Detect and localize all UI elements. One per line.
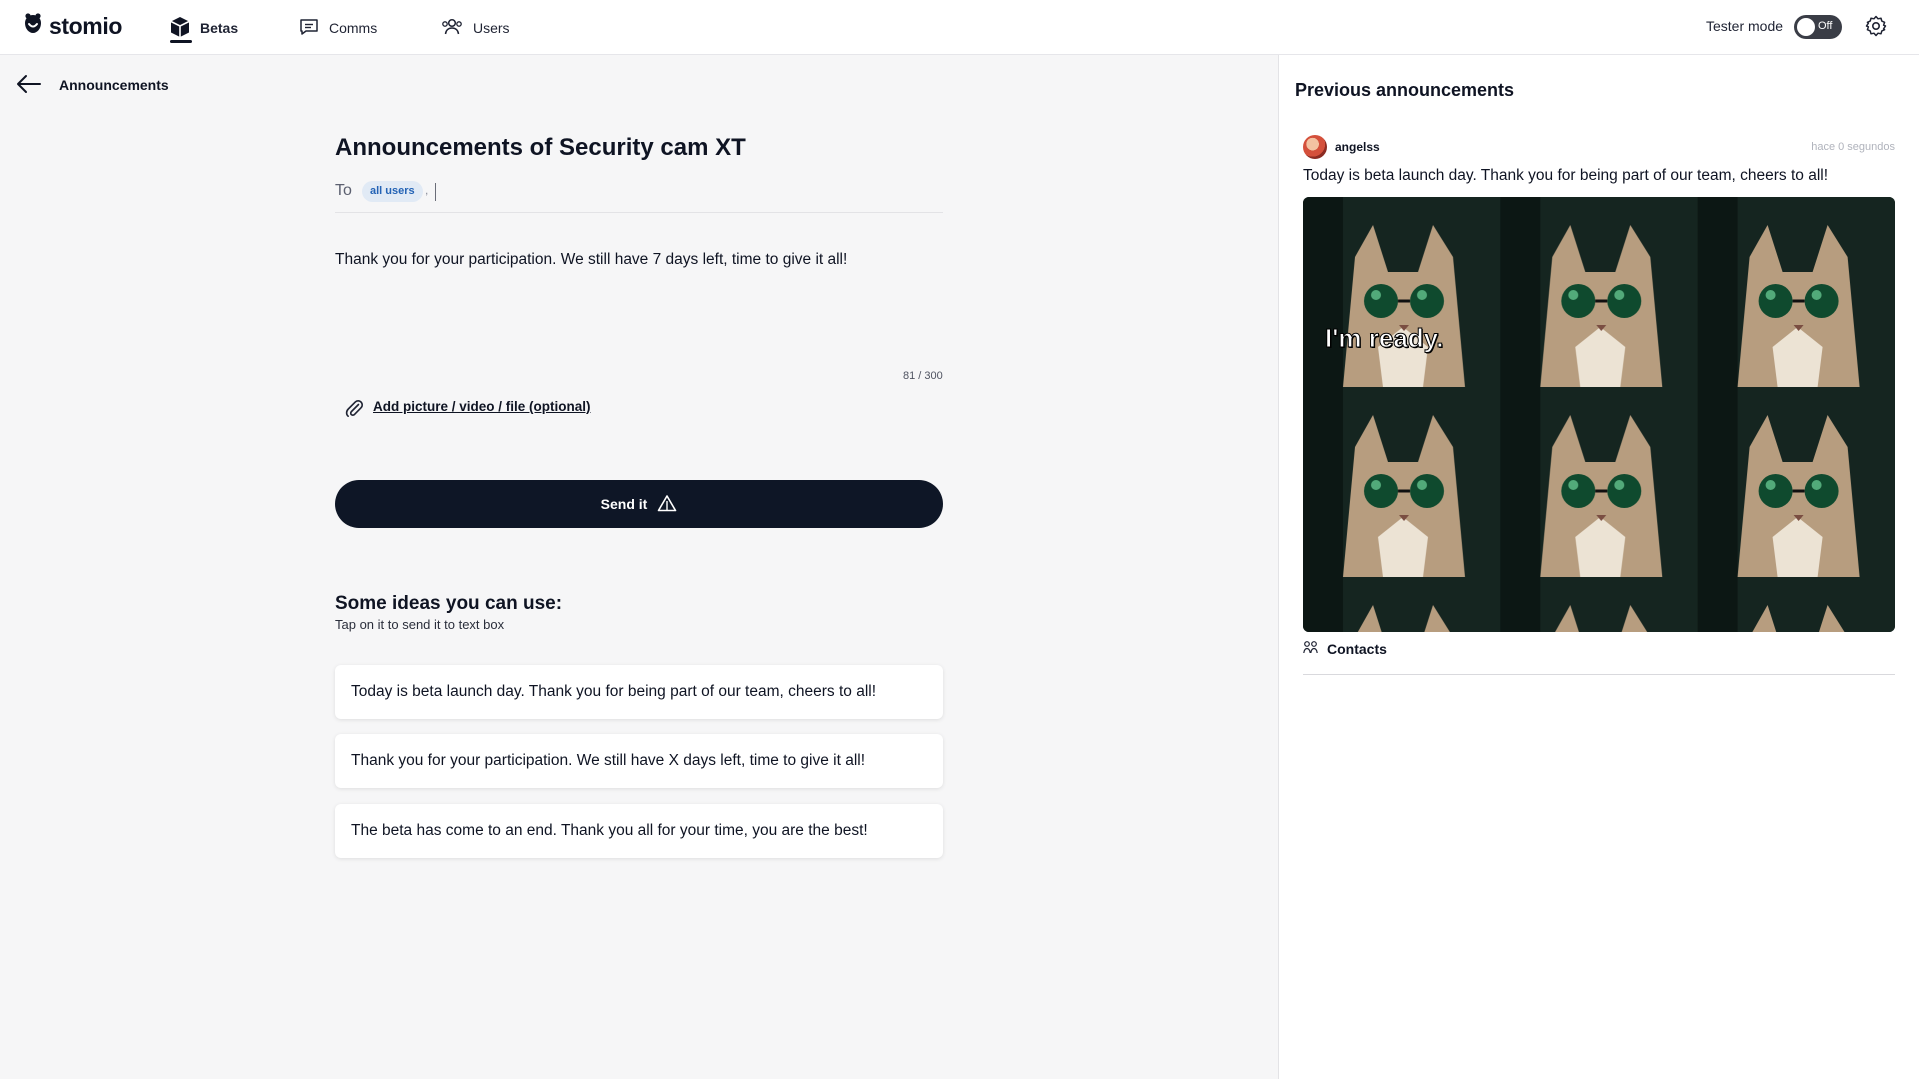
announcement-image[interactable]: I'm ready. [1303, 197, 1895, 632]
box-icon [170, 16, 190, 41]
gear-icon[interactable] [1864, 14, 1888, 43]
recipient-separator: , [425, 183, 429, 197]
announcement-timestamp: hace 0 segundos [1811, 141, 1895, 153]
ideas-title: Some ideas you can use: [335, 593, 563, 614]
nav-item-label: Comms [329, 20, 378, 36]
send-triangle-icon [657, 494, 677, 515]
to-label: To [335, 182, 352, 199]
logo[interactable]: stomio [22, 12, 122, 41]
idea-suggestion-card[interactable]: Thank you for your participation. We sti… [335, 734, 943, 788]
audience-contacts[interactable]: Contacts [1303, 640, 1387, 658]
breadcrumb[interactable]: Announcements [59, 77, 169, 93]
nav-item-betas[interactable]: Betas [170, 14, 238, 42]
author-name: angelss [1335, 140, 1380, 154]
announcement-text: Today is beta launch day. Thank you for … [1303, 167, 1829, 184]
recipients-field[interactable]: To all users , [335, 179, 943, 213]
announcement-divider [1303, 674, 1895, 675]
paperclip-icon[interactable] [344, 398, 364, 423]
idea-suggestion-card[interactable]: Today is beta launch day. Thank you for … [335, 665, 943, 719]
top-bar: stomio Betas Comms Users Tester mode Off [0, 0, 1919, 55]
active-tab-indicator [170, 40, 192, 43]
message-textarea[interactable]: Thank you for your participation. We sti… [335, 251, 943, 269]
tester-mode-label: Tester mode [1706, 18, 1784, 34]
idea-suggestion-card[interactable]: The beta has come to an end. Thank you a… [335, 804, 943, 858]
recipient-chip[interactable]: all users [362, 181, 423, 202]
contacts-label: Contacts [1327, 641, 1387, 657]
previous-announcements-panel: Previous announcements angelss hace 0 se… [1278, 55, 1919, 1079]
add-attachment-link[interactable]: Add picture / video / file (optional) [373, 399, 591, 414]
ideas-subtitle: Tap on it to send it to text box [335, 617, 505, 632]
character-counter: 81 / 300 [903, 370, 943, 382]
text-caret [435, 183, 436, 201]
nav-item-comms[interactable]: Comms [299, 14, 377, 42]
previous-announcements-title: Previous announcements [1295, 80, 1515, 100]
send-button[interactable]: Send it [335, 480, 943, 528]
nav-item-label: Users [473, 20, 510, 36]
users-icon [441, 17, 463, 40]
page-title: Announcements of Security cam XT [335, 134, 746, 161]
stomio-logo-icon [22, 12, 44, 41]
toggle-knob [1797, 18, 1815, 36]
brand-name: stomio [49, 13, 122, 39]
idea-text: Today is beta launch day. Thank you for … [351, 683, 877, 700]
tester-mode-toggle[interactable]: Off [1794, 15, 1842, 39]
avatar [1303, 135, 1327, 159]
image-caption: I'm ready. [1324, 323, 1444, 354]
back-arrow-icon[interactable] [16, 74, 42, 99]
nav-item-users[interactable]: Users [441, 14, 510, 42]
idea-text: Thank you for your participation. We sti… [351, 752, 866, 769]
toggle-state-label: Off [1818, 20, 1833, 32]
idea-text: The beta has come to an end. Thank you a… [351, 822, 868, 839]
send-button-label: Send it [600, 496, 648, 512]
nav-item-label: Betas [200, 20, 239, 36]
contacts-icon [1303, 640, 1318, 658]
chat-icon [299, 17, 319, 40]
